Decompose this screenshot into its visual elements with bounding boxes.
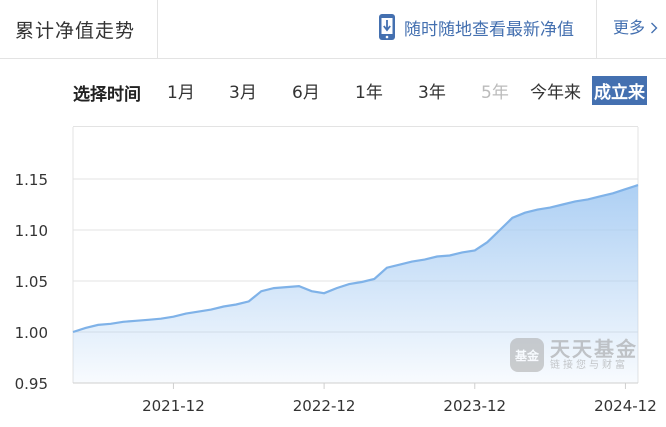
chart-header: 累计净值走势 随时随地查看最新净值 更多 [0,0,666,59]
watermark-badge: 基金 [510,338,544,372]
more-link[interactable]: 更多 [613,14,658,38]
chevron-right-icon [645,18,658,37]
time-range-bar: 选择时间 1月 3月 6月 1年 3年 5年 今年来 成立来 [0,72,666,108]
time-option-ytd[interactable]: 今年来 [530,78,581,103]
header-separator [596,0,597,58]
tab-cumulative-nav[interactable]: 累计净值走势 [0,0,158,58]
watermark: 基金 天天基金 链接您与财富 [510,338,638,372]
time-option-5y: 5年 [481,83,509,103]
watermark-title: 天天基金 [550,337,638,361]
y-tick-label: 1.10 [15,222,48,240]
x-tick-label: 2023-12 [443,397,506,415]
y-tick-label: 1.05 [15,273,48,291]
mobile-view-link[interactable]: 随时随地查看最新净值 [378,10,574,44]
x-tick-label: 2021-12 [142,397,205,415]
time-option-3y[interactable]: 3年 [418,78,446,103]
time-option-3m[interactable]: 3月 [229,78,257,103]
nav-area-chart: 0.95 1.00 1.05 1.10 1.15 2021-12 2022-12 2023-1… [15,127,657,415]
time-option-6m[interactable]: 6月 [292,78,320,103]
time-range-label: 选择时间 [73,85,141,105]
watermark-subtitle: 链接您与财富 [550,360,628,371]
time-option-since-inception[interactable]: 成立来 [592,76,647,105]
mobile-view-label: 随时随地查看最新净值 [404,19,574,40]
more-label: 更多 [613,18,646,37]
x-tick-label: 2022-12 [293,397,356,415]
x-tick-label: 2024-12 [594,397,657,415]
y-tick-label: 1.15 [15,171,48,189]
time-option-1y[interactable]: 1年 [355,78,383,103]
y-tick-label: 0.95 [15,375,48,393]
phone-download-icon [378,13,396,41]
y-tick-label: 1.00 [15,324,48,342]
time-option-1m[interactable]: 1月 [167,78,195,103]
